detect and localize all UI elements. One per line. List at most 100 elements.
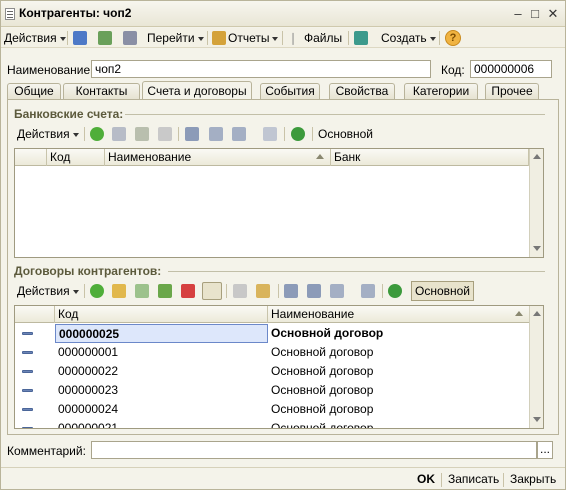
comment-select-button[interactable]: ... xyxy=(537,441,553,459)
mark-deletion-icon[interactable] xyxy=(202,282,222,300)
reports-menu[interactable]: Отчеты xyxy=(228,29,279,47)
edit-icon[interactable] xyxy=(135,127,149,141)
tab-accounts-contracts[interactable]: Счета и договоры xyxy=(142,81,252,100)
filter-by-value-icon[interactable] xyxy=(209,127,223,141)
code-cell[interactable]: 000000022 xyxy=(55,362,268,381)
contracts-main-button[interactable]: Основной xyxy=(411,281,475,301)
actions-menu[interactable]: Действия xyxy=(4,29,66,47)
contracts-title: Договоры контрагентов: xyxy=(14,264,162,278)
add-icon[interactable] xyxy=(90,127,104,141)
clear-filter-icon[interactable] xyxy=(361,284,375,298)
filter-icon[interactable] xyxy=(185,127,199,141)
title-bar: Контрагенты: чоп2 – □ ✕ xyxy=(1,1,565,27)
sort-icon xyxy=(316,154,324,159)
save-and-close-icon[interactable] xyxy=(73,31,87,45)
move-to-group-icon[interactable] xyxy=(256,284,270,298)
contracts-actions-menu[interactable]: Действия xyxy=(17,282,79,300)
name-cell[interactable]: Основной договор xyxy=(268,324,529,343)
contracts-toolbar: Действия Основной xyxy=(14,281,544,301)
contractor-window: Контрагенты: чоп2 – □ ✕ Действия Перейти… xyxy=(0,0,566,490)
column-name[interactable]: Наименование xyxy=(105,149,331,166)
email-icon[interactable] xyxy=(354,31,368,45)
contracts-table[interactable]: Код Наименование 000000025 Основной дого… xyxy=(14,305,544,429)
contracts-table-header: Код Наименование xyxy=(15,306,529,323)
column-name[interactable]: Наименование xyxy=(268,306,529,323)
contract-icon xyxy=(22,332,33,335)
column-bank[interactable]: Банк xyxy=(331,149,529,166)
bank-accounts-table[interactable]: Код Наименование Банк xyxy=(14,148,544,258)
refresh-icon[interactable] xyxy=(291,127,305,141)
close-icon[interactable]: ✕ xyxy=(545,6,561,22)
create-menu[interactable]: Создать xyxy=(381,29,436,47)
tab-general[interactable]: Общие xyxy=(7,83,61,100)
table-row[interactable]: 000000001 Основной договор xyxy=(15,343,529,362)
delete-icon[interactable] xyxy=(181,284,195,298)
clear-filter-icon[interactable] xyxy=(263,127,277,141)
tab-contacts[interactable]: Контакты xyxy=(63,83,140,100)
column-code[interactable]: Код xyxy=(55,306,268,323)
code-cell[interactable]: 000000025 xyxy=(55,324,268,343)
table-row[interactable]: 000000025 Основной договор xyxy=(15,324,529,343)
copy-icon[interactable] xyxy=(135,284,149,298)
table-row[interactable]: 000000022 Основной договор xyxy=(15,362,529,381)
help-button[interactable]: ? xyxy=(445,30,461,46)
comment-label: Комментарий: xyxy=(7,444,86,458)
name-cell[interactable]: Основной договор xyxy=(268,419,529,428)
name-cell[interactable]: Основной договор xyxy=(268,381,529,400)
bank-accounts-toolbar: Действия Основной xyxy=(14,124,544,144)
edit-icon[interactable] xyxy=(158,284,172,298)
filter-history-icon[interactable] xyxy=(330,284,344,298)
code-field[interactable]: 000000006 xyxy=(470,60,552,78)
window-title: Контрагенты: чоп2 xyxy=(19,6,132,20)
document-icon xyxy=(5,8,15,20)
filter-icon[interactable] xyxy=(284,284,298,298)
files-button[interactable]: Файлы xyxy=(304,29,342,47)
name-cell[interactable]: Основной договор xyxy=(268,362,529,381)
code-cell[interactable]: 000000023 xyxy=(55,381,268,400)
copy-icon[interactable] xyxy=(112,127,126,141)
structure-icon[interactable] xyxy=(123,31,137,45)
tab-other[interactable]: Прочее xyxy=(485,83,539,100)
bank-main-button[interactable]: Основной xyxy=(318,125,373,143)
code-cell[interactable]: 000000021 xyxy=(55,419,268,428)
contract-icon xyxy=(22,427,33,428)
refresh-icon[interactable] xyxy=(98,31,112,45)
move-icon[interactable] xyxy=(233,284,247,298)
name-cell[interactable]: Основной договор xyxy=(268,343,529,362)
main-toolbar: Действия Перейти Отчеты ❘ Файлы Создать … xyxy=(1,28,565,48)
code-cell[interactable]: 000000024 xyxy=(55,400,268,419)
table-row[interactable]: 000000024 Основной договор xyxy=(15,400,529,419)
bank-table-header: Код Наименование Банк xyxy=(15,149,529,166)
refresh-icon[interactable] xyxy=(388,284,402,298)
filter-by-value-icon[interactable] xyxy=(307,284,321,298)
name-cell[interactable]: Основной договор xyxy=(268,400,529,419)
table-row[interactable]: 000000023 Основной договор xyxy=(15,381,529,400)
tab-categories[interactable]: Категории xyxy=(404,83,478,100)
contract-icon xyxy=(22,370,33,373)
tab-properties[interactable]: Свойства xyxy=(329,83,395,100)
name-field[interactable]: чоп2 xyxy=(91,60,431,78)
report-icon xyxy=(212,31,226,45)
bank-actions-menu[interactable]: Действия xyxy=(17,125,79,143)
column-code[interactable]: Код xyxy=(47,149,105,166)
sort-icon xyxy=(515,311,523,316)
add-icon[interactable] xyxy=(90,284,104,298)
table-row[interactable]: 000000021 Основной договор xyxy=(15,419,529,428)
ok-button[interactable]: OK xyxy=(417,472,435,486)
code-cell[interactable]: 000000001 xyxy=(55,343,268,362)
maximize-icon[interactable]: □ xyxy=(527,6,543,22)
save-button[interactable]: Записать xyxy=(448,472,499,486)
tab-events[interactable]: События xyxy=(260,83,320,100)
goto-menu[interactable]: Перейти xyxy=(147,29,204,47)
bank-table-scrollbar[interactable] xyxy=(529,149,543,257)
delete-icon[interactable] xyxy=(158,127,172,141)
paperclip-icon: ❘ xyxy=(288,31,299,45)
contracts-table-scrollbar[interactable] xyxy=(529,306,543,428)
close-button[interactable]: Закрыть xyxy=(510,472,556,486)
add-folder-icon[interactable] xyxy=(112,284,126,298)
filter-history-icon[interactable] xyxy=(232,127,246,141)
comment-field[interactable] xyxy=(91,441,537,459)
contract-icon xyxy=(22,408,33,411)
minimize-icon[interactable]: – xyxy=(510,6,526,22)
contract-icon xyxy=(22,389,33,392)
